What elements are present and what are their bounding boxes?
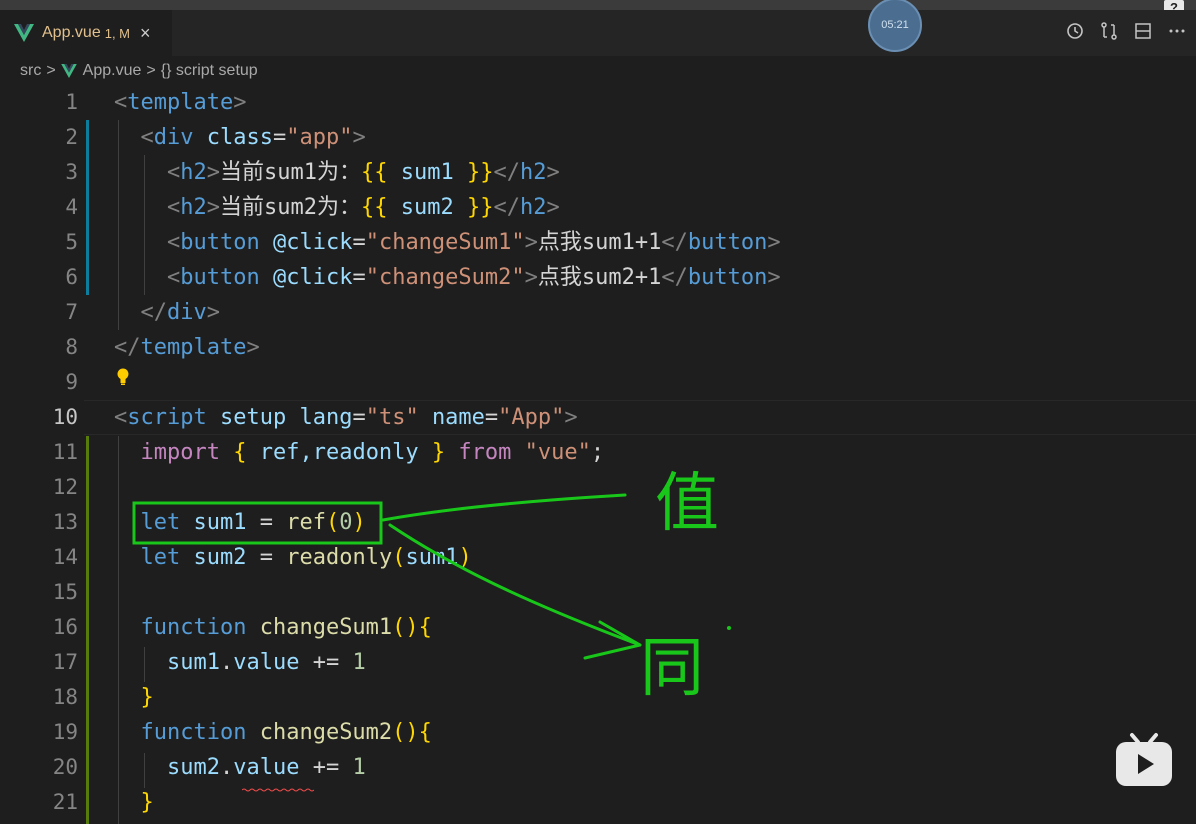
editor-tab-bar: App.vue 1, M × 05:21 [0, 0, 1196, 56]
line-number: 3 [65, 160, 78, 184]
code-line-active: 10 <script setup lang="ts" name="App"> [0, 400, 1196, 435]
code-line: 15 [0, 575, 1196, 610]
line-number: 13 [52, 510, 78, 534]
code-line: 5 <button @click="changeSum1">点我sum1+1</… [0, 225, 1196, 260]
breadcrumb-src[interactable]: src [20, 62, 41, 80]
line-number: 18 [52, 685, 78, 709]
line-number: 21 [52, 790, 78, 814]
breadcrumb: src > App.vue > {} script setup [20, 58, 258, 84]
line-number: 17 [52, 650, 78, 674]
code-line: 17 sum1.value += 1 [0, 645, 1196, 680]
split-editor-icon[interactable] [1132, 20, 1154, 42]
more-actions-icon[interactable] [1166, 20, 1188, 42]
breadcrumb-symbol[interactable]: {} script setup [161, 62, 258, 80]
line-number: 11 [52, 440, 78, 464]
line-number: 2 [65, 125, 78, 149]
code-line: 14 let sum2 = readonly(sum1) [0, 540, 1196, 575]
code-line: 19 function changeSum2(){ [0, 715, 1196, 750]
code-line: 2 <div class="app"> [0, 120, 1196, 155]
tab-close-icon[interactable]: × [140, 23, 151, 44]
code-line: 20 sum2.value += 1 [0, 750, 1196, 785]
line-number: 20 [52, 755, 78, 779]
line-number: 12 [52, 475, 78, 499]
compare-changes-icon[interactable] [1098, 20, 1120, 42]
code-line: 16 function changeSum1(){ [0, 610, 1196, 645]
code-line: 18 } [0, 680, 1196, 715]
line-number: 9 [65, 370, 78, 394]
vue-file-icon [60, 64, 77, 78]
lightbulb-icon[interactable] [116, 368, 130, 390]
code-line: 13 let sum1 = ref(0) [0, 505, 1196, 540]
tab-file-name: App.vue [42, 24, 101, 41]
code-line: 4 <h2>当前sum2为：{{ sum2 }}</h2> [0, 190, 1196, 225]
line-number: 1 [65, 90, 78, 114]
line-number: 19 [52, 720, 78, 744]
code-line: 12 [0, 470, 1196, 505]
window-top-strip [0, 0, 1196, 10]
code-line: 21 } [0, 785, 1196, 820]
breadcrumb-file[interactable]: App.vue [83, 62, 142, 80]
line-number: 4 [65, 195, 78, 219]
code-line: 8 </template> [0, 330, 1196, 365]
line-number: 8 [65, 335, 78, 359]
tab-status-badge: 1, M [104, 25, 131, 41]
code-line: 9 [0, 365, 1196, 400]
code-line: 7 </div> [0, 295, 1196, 330]
line-number: 7 [65, 300, 78, 324]
code-line: 6 <button @click="changeSum2">点我sum2+1</… [0, 260, 1196, 295]
tab-app-vue[interactable]: App.vue 1, M × [0, 10, 172, 56]
timeline-history-icon[interactable] [1064, 20, 1086, 42]
code-line: 3 <h2>当前sum1为：{{ sum1 }}</h2> [0, 155, 1196, 190]
code-line: 11 import { ref,readonly } from "vue"; [0, 435, 1196, 470]
code-line: 1 <template> [0, 85, 1196, 120]
line-number: 14 [52, 545, 78, 569]
line-number: 5 [65, 230, 78, 254]
breadcrumb-separator: > [146, 62, 156, 79]
vue-file-icon [14, 24, 34, 42]
editor-actions [1064, 20, 1188, 42]
bilibili-logo-icon [1116, 733, 1172, 786]
timer-overlay: 05:21 [868, 0, 922, 52]
line-number: 10 [52, 405, 78, 429]
breadcrumb-separator: > [46, 62, 56, 79]
line-number: 15 [52, 580, 78, 604]
line-number: 6 [65, 265, 78, 289]
line-number: 16 [52, 615, 78, 639]
code-editor[interactable]: 1 <template> 2 <div class="app"> 3 <h2>当… [0, 85, 1196, 824]
